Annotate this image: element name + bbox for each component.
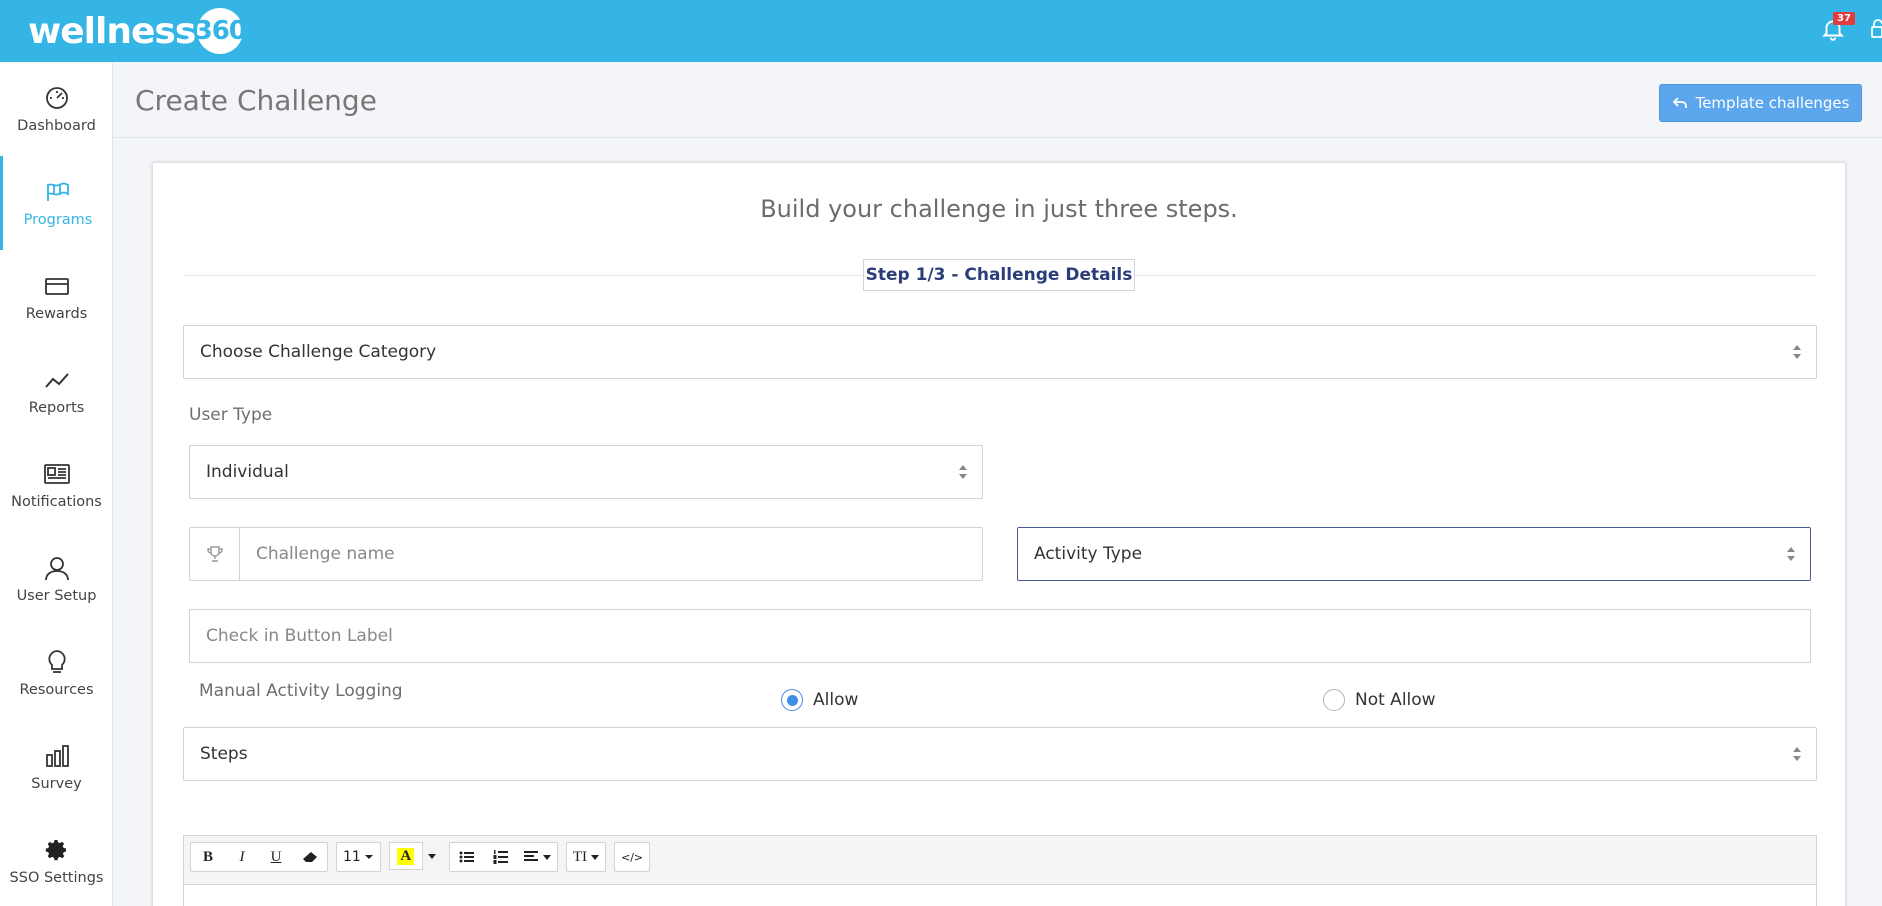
description-editor: B I U 11 A TI </> bbox=[183, 835, 1817, 906]
list-group bbox=[448, 842, 558, 872]
page-header: Create Challenge Template challenges bbox=[113, 62, 1882, 138]
sidebar-item-label: Resources bbox=[19, 682, 94, 698]
code-group: </> bbox=[614, 842, 651, 872]
numbered-list-icon[interactable] bbox=[484, 843, 518, 871]
sidebar-item-notifications[interactable]: Notifications bbox=[0, 438, 113, 532]
gear-icon bbox=[43, 836, 71, 864]
radio-not-allow-label: Not Allow bbox=[1355, 690, 1436, 710]
challenge-category-value: Choose Challenge Category bbox=[200, 342, 437, 362]
step-indicator: Step 1/3 - Challenge Details bbox=[863, 259, 1135, 291]
italic-button[interactable]: I bbox=[225, 843, 259, 871]
sidebar: Dashboard Programs Rewards Reports Notif… bbox=[0, 62, 113, 906]
font-size-group: 11 bbox=[336, 842, 381, 872]
newspaper-icon bbox=[43, 460, 71, 488]
sidebar-item-user-setup[interactable]: User Setup bbox=[0, 532, 113, 626]
editor-body[interactable] bbox=[184, 884, 1816, 906]
sidebar-item-label: Programs bbox=[23, 212, 93, 228]
user-type-value: Individual bbox=[206, 462, 289, 482]
activity-type-select[interactable]: Activity Type bbox=[1017, 527, 1811, 581]
logout-icon[interactable] bbox=[1870, 18, 1882, 40]
bar-chart-icon bbox=[43, 742, 71, 770]
challenge-name-field[interactable]: Challenge name bbox=[189, 527, 983, 581]
manual-logging-label: Manual Activity Logging bbox=[199, 681, 403, 701]
challenge-form-card: Build your challenge in just three steps… bbox=[152, 162, 1846, 906]
font-size-value: 11 bbox=[343, 849, 361, 865]
eraser-icon[interactable] bbox=[293, 843, 327, 871]
text-style-label: TI bbox=[572, 848, 587, 865]
select-arrows-icon bbox=[958, 463, 968, 481]
sidebar-item-resources[interactable]: Resources bbox=[0, 626, 113, 720]
radio-not-allow[interactable]: Not Allow bbox=[1323, 689, 1436, 711]
template-challenges-button[interactable]: Template challenges bbox=[1659, 84, 1862, 122]
font-size-dropdown[interactable]: 11 bbox=[337, 843, 380, 871]
logo-badge: 360 bbox=[195, 8, 247, 54]
underline-button[interactable]: U bbox=[259, 843, 293, 871]
user-icon bbox=[43, 554, 71, 582]
highlight-color-button[interactable]: A bbox=[388, 842, 423, 870]
checkin-button-label-placeholder: Check in Button Label bbox=[206, 626, 393, 646]
app-logo[interactable]: wellness 360 bbox=[28, 8, 247, 54]
select-arrows-icon bbox=[1792, 343, 1802, 361]
template-challenges-label: Template challenges bbox=[1695, 94, 1850, 112]
sidebar-item-reports[interactable]: Reports bbox=[0, 344, 113, 438]
radio-allow-button[interactable] bbox=[781, 689, 803, 711]
radio-not-allow-button[interactable] bbox=[1323, 689, 1345, 711]
sidebar-item-rewards[interactable]: Rewards bbox=[0, 250, 113, 344]
align-dropdown[interactable] bbox=[518, 843, 557, 871]
code-view-button[interactable]: </> bbox=[615, 843, 649, 871]
sidebar-item-sso-settings[interactable]: SSO Settings bbox=[0, 814, 113, 906]
sidebar-item-survey[interactable]: Survey bbox=[0, 720, 113, 814]
highlight-color-label: A bbox=[397, 847, 415, 865]
sidebar-item-programs[interactable]: Programs bbox=[0, 156, 113, 250]
format-button-group: B I U bbox=[190, 842, 328, 872]
activity-type-value: Activity Type bbox=[1034, 544, 1143, 564]
style-group: TI bbox=[565, 842, 606, 872]
sidebar-item-label: Survey bbox=[31, 776, 82, 792]
radio-allow[interactable]: Allow bbox=[781, 689, 858, 711]
bullet-list-icon[interactable] bbox=[450, 843, 484, 871]
checkin-button-label-input[interactable]: Check in Button Label bbox=[189, 609, 1811, 663]
page-title: Create Challenge bbox=[135, 84, 377, 117]
select-arrows-icon bbox=[1786, 545, 1796, 563]
steps-select[interactable]: Steps bbox=[183, 727, 1817, 781]
trophy-icon bbox=[190, 528, 240, 580]
text-style-dropdown[interactable]: TI bbox=[567, 843, 605, 871]
credit-card-icon bbox=[43, 272, 71, 300]
sidebar-item-label: Reports bbox=[28, 400, 85, 416]
top-bar: wellness 360 37 bbox=[0, 0, 1882, 62]
steps-value: Steps bbox=[200, 744, 248, 764]
sidebar-item-label: User Setup bbox=[16, 588, 97, 604]
user-type-select[interactable]: Individual bbox=[189, 445, 983, 499]
flag-icon bbox=[44, 178, 72, 206]
chevron-down-icon bbox=[542, 854, 551, 860]
sidebar-item-dashboard[interactable]: Dashboard bbox=[0, 62, 113, 156]
sidebar-item-label: Dashboard bbox=[17, 118, 96, 134]
color-group: A bbox=[388, 842, 441, 872]
editor-toolbar: B I U 11 A TI </> bbox=[190, 842, 651, 872]
chevron-down-icon bbox=[591, 854, 599, 860]
color-dropdown[interactable] bbox=[423, 842, 441, 870]
reply-arrow-icon bbox=[1672, 97, 1687, 108]
sidebar-item-label: SSO Settings bbox=[9, 870, 104, 886]
sidebar-item-label: Notifications bbox=[11, 494, 102, 510]
notification-count-badge: 37 bbox=[1833, 12, 1855, 25]
bold-button[interactable]: B bbox=[191, 843, 225, 871]
user-type-label: User Type bbox=[189, 405, 273, 425]
chevron-down-icon bbox=[364, 855, 373, 859]
select-arrows-icon bbox=[1792, 745, 1802, 763]
logo-text: wellness bbox=[28, 10, 196, 52]
lightbulb-icon bbox=[43, 648, 71, 676]
align-left-icon bbox=[523, 851, 538, 861]
intro-text: Build your challenge in just three steps… bbox=[760, 195, 1238, 223]
caret-down-icon bbox=[427, 853, 436, 859]
sidebar-item-label: Rewards bbox=[25, 306, 88, 322]
challenge-category-select[interactable]: Choose Challenge Category bbox=[183, 325, 1817, 379]
line-chart-icon bbox=[43, 366, 71, 394]
speedometer-icon bbox=[43, 84, 71, 112]
radio-allow-label: Allow bbox=[813, 690, 859, 710]
